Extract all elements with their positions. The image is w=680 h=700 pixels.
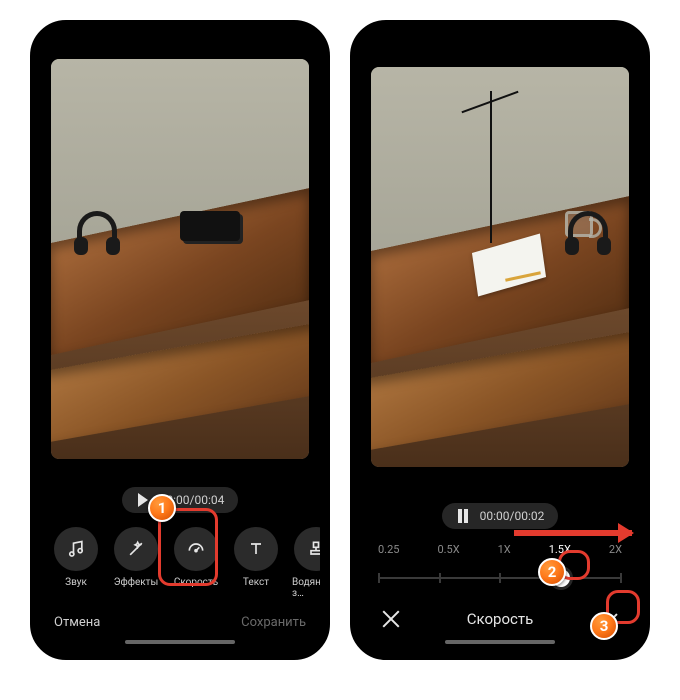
tool-label: Водяной з… bbox=[292, 577, 320, 599]
tool-text[interactable]: Текст bbox=[232, 527, 280, 599]
timecode: 00:00/00:04 bbox=[160, 493, 225, 507]
save-button[interactable]: Сохранить bbox=[241, 615, 306, 630]
home-indicator bbox=[445, 640, 555, 644]
music-note-icon bbox=[54, 527, 98, 571]
speed-option-1.5x[interactable]: 1.5X bbox=[549, 543, 571, 556]
speed-title: Скорость bbox=[467, 610, 533, 628]
screen-tools: 00:00/00:04 Звук Эффекты Скорость Тек bbox=[30, 20, 330, 660]
wand-icon bbox=[114, 527, 158, 571]
tool-label: Текст bbox=[243, 577, 269, 588]
cancel-button[interactable]: Отмена bbox=[54, 615, 100, 630]
play-pill: 00:00/00:02 bbox=[442, 503, 559, 529]
mic-stand-prop bbox=[490, 91, 492, 243]
close-icon[interactable] bbox=[380, 608, 402, 630]
text-icon bbox=[234, 527, 278, 571]
tool-speed[interactable]: Скорость bbox=[172, 527, 220, 599]
playback-bar: 00:00/00:04 bbox=[40, 477, 320, 519]
tool-effects[interactable]: Эффекты bbox=[112, 527, 160, 599]
speedometer-icon bbox=[174, 527, 218, 571]
timecode: 00:00/00:02 bbox=[480, 509, 545, 523]
home-indicator bbox=[125, 640, 235, 644]
audio-gear-prop bbox=[180, 211, 240, 241]
video-preview[interactable] bbox=[371, 67, 629, 467]
tool-label: Звук bbox=[65, 577, 87, 588]
play-icon[interactable] bbox=[136, 493, 150, 507]
speed-control: 0.25 0.5X 1X 1.5X 2X bbox=[360, 535, 640, 590]
video-preview-area bbox=[40, 30, 320, 477]
video-preview[interactable] bbox=[51, 59, 309, 459]
stamp-icon bbox=[294, 527, 320, 571]
tool-label: Скорость bbox=[174, 577, 218, 588]
tool-watermark[interactable]: Водяной з… bbox=[292, 527, 320, 599]
speed-slider[interactable] bbox=[378, 566, 622, 590]
speed-option-2x[interactable]: 2X bbox=[609, 543, 622, 556]
speed-slider-knob[interactable] bbox=[552, 569, 570, 587]
confirm-icon[interactable] bbox=[598, 608, 620, 630]
speed-option-0.25[interactable]: 0.25 bbox=[378, 543, 399, 556]
pause-icon[interactable] bbox=[456, 509, 470, 523]
footer-bar: Отмена Сохранить bbox=[40, 603, 320, 640]
speed-option-1x[interactable]: 1X bbox=[498, 543, 511, 556]
tool-label: Эффекты bbox=[114, 577, 159, 588]
speed-confirm-bar: Скорость bbox=[360, 590, 640, 640]
playback-bar: 00:00/00:02 bbox=[360, 493, 640, 535]
tool-row: Звук Эффекты Скорость Текст Водяной з… bbox=[40, 519, 320, 603]
screen-speed: 00:00/00:02 0.25 0.5X 1X 1.5X 2X Скорост… bbox=[350, 20, 650, 660]
video-preview-area bbox=[360, 30, 640, 493]
play-pill: 00:00/00:04 bbox=[122, 487, 239, 513]
speed-tick-labels: 0.25 0.5X 1X 1.5X 2X bbox=[378, 543, 622, 556]
speed-option-0.5x[interactable]: 0.5X bbox=[437, 543, 459, 556]
tool-sound[interactable]: Звук bbox=[52, 527, 100, 599]
